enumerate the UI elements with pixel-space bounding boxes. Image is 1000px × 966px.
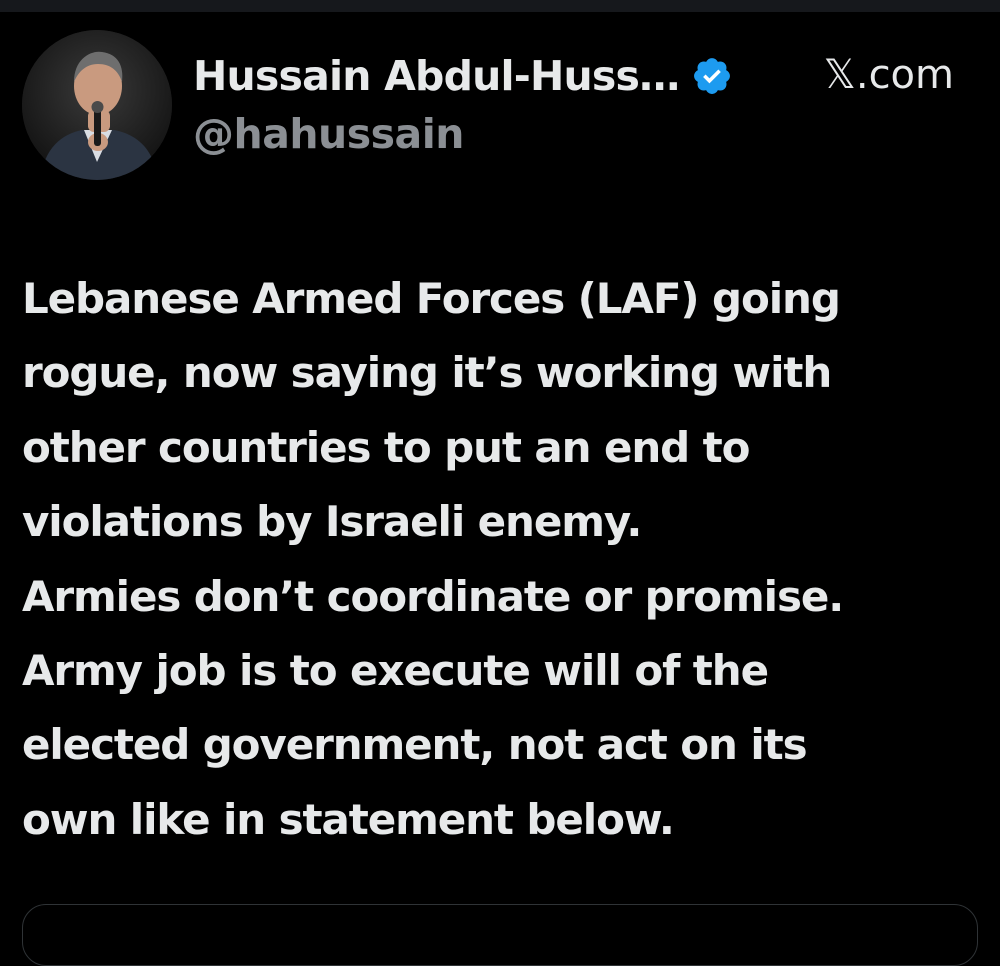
x-source-label[interactable]: 𝕏.com xyxy=(824,52,954,98)
profile-photo-avatar xyxy=(22,30,172,180)
author-name-row: Hussain Abdul-Huss… xyxy=(193,46,733,106)
post-text: Lebanese Armed Forces (LAF) going rogue,… xyxy=(22,262,982,857)
post-text-line: rogue, now saying it’s working with xyxy=(22,348,832,398)
post-text-line: other countries to put an end to xyxy=(22,422,750,472)
post-text-line: Lebanese Armed Forces (LAF) going xyxy=(22,274,841,323)
avatar[interactable] xyxy=(22,30,172,180)
post-text-line: Armies don’t coordinate or promise. xyxy=(22,571,844,621)
author-handle[interactable]: @hahussain xyxy=(193,110,464,158)
post-text-line: Army job is to execute will of the xyxy=(22,646,769,696)
post-text-line: own like in statement below. xyxy=(22,794,675,844)
verified-badge-icon[interactable] xyxy=(691,55,733,97)
quoted-post-card[interactable] xyxy=(22,904,978,966)
post-text-line: elected government, not act on its xyxy=(22,720,808,770)
post-text-line: violations by Israeli enemy. xyxy=(22,497,642,547)
author-display-name[interactable]: Hussain Abdul-Huss… xyxy=(193,52,680,100)
top-edge-strip xyxy=(0,0,1000,12)
